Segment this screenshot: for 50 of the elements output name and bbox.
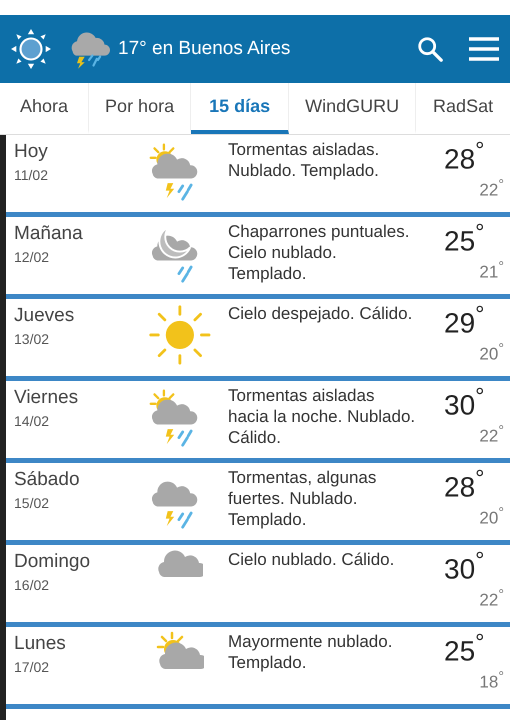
day-name: Lunes (14, 633, 67, 655)
menu-icon[interactable] (468, 36, 500, 62)
forecast-description: Mayormente nublado. Templado. (227, 631, 394, 674)
day-name: Jueves (14, 305, 76, 327)
high-temperature: 28$^{°}$ (444, 137, 484, 176)
forecast-description: Tormentas aisladas hacia la noche. Nublado. Cálido. (227, 385, 416, 449)
forecast-description: Cielo despejado. Cálido. (227, 303, 414, 325)
tab[interactable]: 15 días (191, 83, 290, 134)
low-temperature: 21$^{°}$ (479, 259, 504, 283)
location-temperature: 17° en Buenos Aires (118, 38, 292, 60)
sun-icon (147, 303, 213, 365)
low-temperature: 22$^{°}$ (479, 423, 504, 447)
high-temperature: 25$^{°}$ (444, 629, 484, 668)
forecast-row[interactable]: Viernes 14/02 Tormentas aisladas hacia la noche. Nublado. Cálido. 30$^{°}$ 22$^{°}$ (6, 381, 510, 463)
forecast-description: Chaparrones puntuales. Cielo nublado. Templado. (227, 221, 410, 285)
date: 15/02 (14, 495, 50, 511)
day-name: Viernes (14, 387, 80, 409)
search-icon[interactable] (416, 35, 444, 63)
high-temperature: 25$^{°}$ (444, 219, 484, 258)
high-temperature: 28$^{°}$ (444, 465, 484, 504)
low-temperature: 20$^{°}$ (479, 341, 504, 365)
day-name: Domingo (14, 551, 92, 573)
sun-icon (10, 28, 52, 70)
low-temperature: 18$^{°}$ (479, 669, 504, 693)
date: 17/02 (14, 659, 50, 675)
low-temperature: 20$^{°}$ (479, 505, 504, 529)
sun-cloud-icon (156, 631, 204, 671)
forecast-row[interactable]: Lunes 17/02 Mayormente nublado. Templado. 25$^{°}$ 18$^{°}$ (6, 627, 510, 709)
date: 13/02 (14, 331, 50, 347)
forecast-description: Tormentas aisladas. Nublado. Templado. (227, 139, 380, 182)
date: 12/02 (14, 249, 50, 265)
forecast-row[interactable]: Sábado 15/02 Tormentas, algunas fuertes. Nublado. Templado. 28$^{°}$ 20$^{°}$ (6, 463, 510, 545)
date: 16/02 (14, 577, 50, 593)
low-temperature: 22$^{°}$ (479, 177, 504, 201)
forecast-row[interactable]: Jueves 13/02 Cielo despejado. Cálido. 29$^{°}$ 20$^{°}$ (6, 299, 510, 381)
forecast-description: Cielo nublado. Cálido. (227, 549, 396, 571)
cloud-icon (157, 549, 203, 579)
forecast-row[interactable]: Domingo 16/02 Cielo nublado. Cálido. 30$^{°}$ 22$^{°}$ (6, 545, 510, 627)
date: 11/02 (14, 167, 49, 183)
forecast-row[interactable]: Mañana 12/02 Chaparrones puntuales. Cielo nublado. Templado. 25$^{°}$ 21$^{°}$ (6, 217, 510, 299)
day-name: Hoy (14, 141, 49, 163)
day-name: Mañana (14, 223, 84, 245)
forecast-row[interactable]: Hoy 11/02 Tormentas aisladas. Nublado. Templado. 28$^{°}$ 22$^{°}$ (6, 135, 510, 217)
low-temperature: 22$^{°}$ (479, 587, 504, 611)
high-temperature: 30$^{°}$ (444, 547, 484, 586)
high-temperature: 29$^{°}$ (444, 301, 484, 340)
date: 14/02 (14, 413, 50, 429)
forecast-description: Tormentas, algunas fuertes. Nublado. Templado. (227, 467, 378, 531)
day-name: Sábado (14, 469, 81, 491)
high-temperature: 30$^{°}$ (444, 383, 484, 422)
